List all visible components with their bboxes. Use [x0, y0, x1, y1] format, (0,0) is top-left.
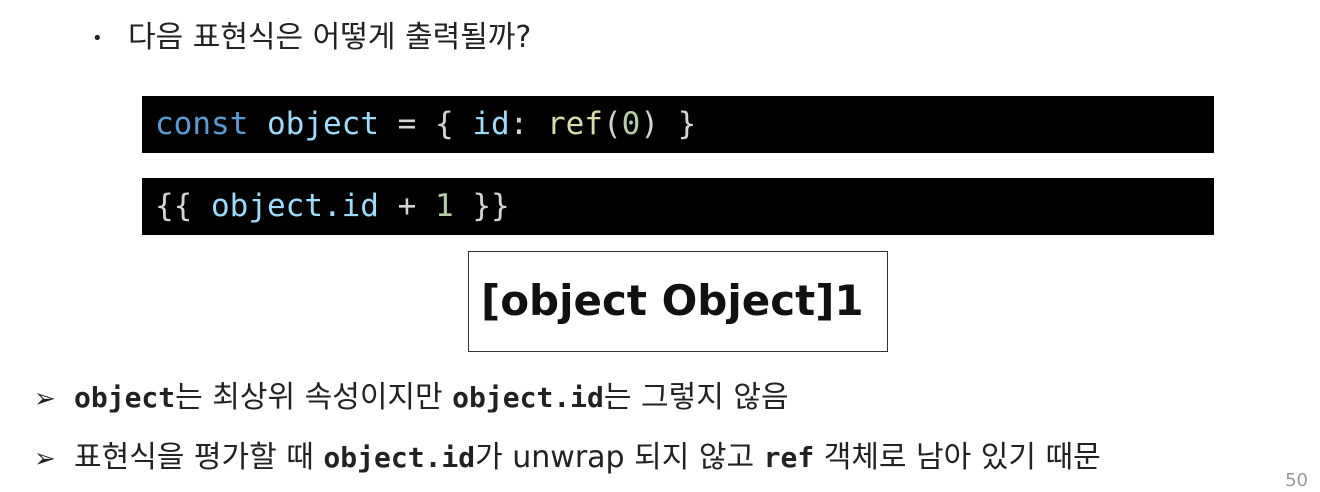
- question-bullet: • 다음 표현식은 어떻게 출력될까?: [92, 16, 531, 61]
- code-keyword: const: [155, 106, 249, 142]
- template-plus: +: [378, 188, 435, 224]
- output-text: [object Object]1: [481, 276, 864, 325]
- bullet-dot: •: [92, 27, 103, 49]
- template-close: }}: [453, 188, 510, 224]
- page-number: 50: [1285, 470, 1308, 491]
- code-number: 0: [621, 106, 641, 142]
- template-expression: object.id: [211, 188, 379, 224]
- code-block-template: {{ object.id + 1 }}: [142, 178, 1214, 235]
- note-code-2: ref: [763, 441, 815, 474]
- code-block-declaration: const object = { id: ref(0) }: [142, 96, 1214, 153]
- note-text-2: 는 그렇지 않음: [603, 380, 789, 415]
- note-text: 가 unwrap 되지 않고: [475, 440, 764, 475]
- code-paren-open: (: [602, 106, 622, 142]
- note-code: object.id: [323, 441, 476, 474]
- note-text: 는 최상위 속성이지만: [175, 380, 453, 415]
- arrow-bullet-icon: ➢: [34, 384, 56, 414]
- code-function: ref: [546, 106, 603, 142]
- code-paren-close: ) }: [640, 106, 697, 142]
- note-code: object: [74, 381, 176, 414]
- question-text: 다음 표현식은 어떻게 출력될까?: [128, 20, 532, 55]
- arrow-bullet-icon: ➢: [34, 444, 56, 474]
- output-result-box: [object Object]1: [468, 251, 888, 352]
- note-code-2: object.id: [452, 381, 604, 414]
- code-key: id: [472, 106, 510, 142]
- template-number: 1: [434, 188, 454, 224]
- note-text-2: 객체로 남아 있기 때문: [814, 440, 1101, 475]
- code-colon: :: [509, 106, 547, 142]
- code-punctuation: = {: [378, 106, 473, 142]
- code-variable: object: [267, 106, 379, 142]
- template-open: {{: [155, 188, 211, 224]
- note-text-0: 표현식을 평가할 때: [74, 440, 324, 475]
- note-line-1: ➢ object는 최상위 속성이지만 object.id는 그렇지 않음: [34, 376, 789, 421]
- note-line-2: ➢ 표현식을 평가할 때 object.id가 unwrap 되지 않고 ref …: [34, 436, 1101, 481]
